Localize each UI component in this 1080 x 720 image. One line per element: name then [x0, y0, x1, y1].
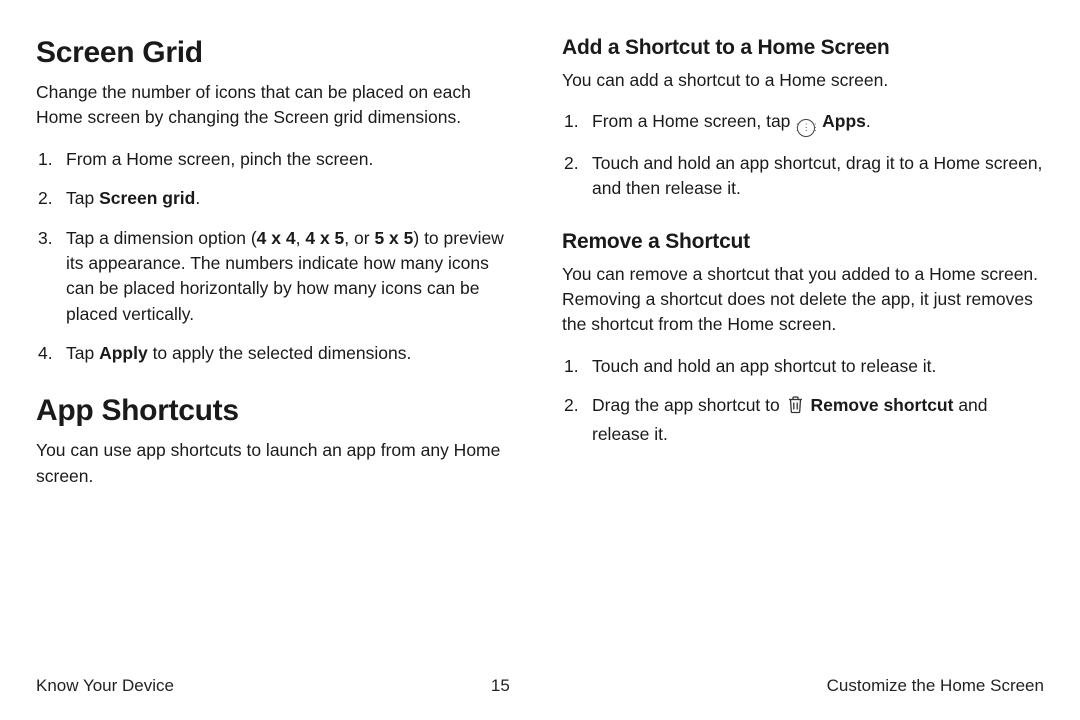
- footer-left: Know Your Device: [36, 676, 174, 696]
- step-text: Tap: [66, 188, 99, 208]
- step-item: Touch and hold an app shortcut to releas…: [562, 354, 1044, 379]
- bold-screen-grid: Screen grid: [99, 188, 195, 208]
- step-text: Drag the app shortcut to: [592, 395, 785, 415]
- bold-dim-4x5: 4 x 5: [305, 228, 344, 248]
- heading-screen-grid: Screen Grid: [36, 36, 518, 70]
- step-item: Tap a dimension option (4 x 4, 4 x 5, or…: [36, 226, 518, 328]
- step-item: From a Home screen, pinch the screen.: [36, 147, 518, 172]
- step-item: Drag the app shortcut to Remove shortcut…: [562, 393, 1044, 447]
- bold-dim-4x4: 4 x 4: [257, 228, 296, 248]
- content-columns: Screen Grid Change the number of icons t…: [36, 36, 1044, 505]
- intro-remove-shortcut: You can remove a shortcut that you added…: [562, 262, 1044, 338]
- step-text: .: [195, 188, 200, 208]
- step-item: From a Home screen, tap ⋮⋮⋮ Apps.: [562, 109, 1044, 137]
- right-column: Add a Shortcut to a Home Screen You can …: [562, 36, 1044, 505]
- heading-remove-shortcut: Remove a Shortcut: [562, 230, 1044, 254]
- intro-add-shortcut: You can add a shortcut to a Home screen.: [562, 68, 1044, 93]
- footer-page-number: 15: [491, 676, 510, 696]
- step-text: From a Home screen, tap: [592, 111, 795, 131]
- step-item: Tap Screen grid.: [36, 186, 518, 211]
- step-text: .: [866, 111, 871, 131]
- step-text: Tap a dimension option (: [66, 228, 257, 248]
- heading-add-shortcut: Add a Shortcut to a Home Screen: [562, 36, 1044, 60]
- trash-icon: [787, 395, 804, 421]
- intro-screen-grid: Change the number of icons that can be p…: [36, 80, 518, 131]
- bold-apply: Apply: [99, 343, 148, 363]
- steps-remove-shortcut: Touch and hold an app shortcut to releas…: [562, 354, 1044, 447]
- steps-screen-grid: From a Home screen, pinch the screen. Ta…: [36, 147, 518, 367]
- footer-right: Customize the Home Screen: [827, 676, 1044, 696]
- apps-icon: ⋮⋮⋮: [797, 119, 815, 137]
- intro-app-shortcuts: You can use app shortcuts to launch an a…: [36, 438, 518, 489]
- bold-dim-5x5: 5 x 5: [374, 228, 413, 248]
- step-text: ,: [296, 228, 306, 248]
- bold-remove-shortcut: Remove shortcut: [811, 395, 954, 415]
- step-text: Tap: [66, 343, 99, 363]
- step-text: , or: [344, 228, 374, 248]
- heading-app-shortcuts: App Shortcuts: [36, 394, 518, 428]
- left-column: Screen Grid Change the number of icons t…: [36, 36, 518, 505]
- steps-add-shortcut: From a Home screen, tap ⋮⋮⋮ Apps. Touch …: [562, 109, 1044, 201]
- step-text: to apply the selected dimensions.: [148, 343, 412, 363]
- page-footer: Know Your Device 15 Customize the Home S…: [36, 676, 1044, 696]
- step-item: Tap Apply to apply the selected dimensio…: [36, 341, 518, 366]
- bold-apps: Apps: [822, 111, 866, 131]
- step-item: Touch and hold an app shortcut, drag it …: [562, 151, 1044, 202]
